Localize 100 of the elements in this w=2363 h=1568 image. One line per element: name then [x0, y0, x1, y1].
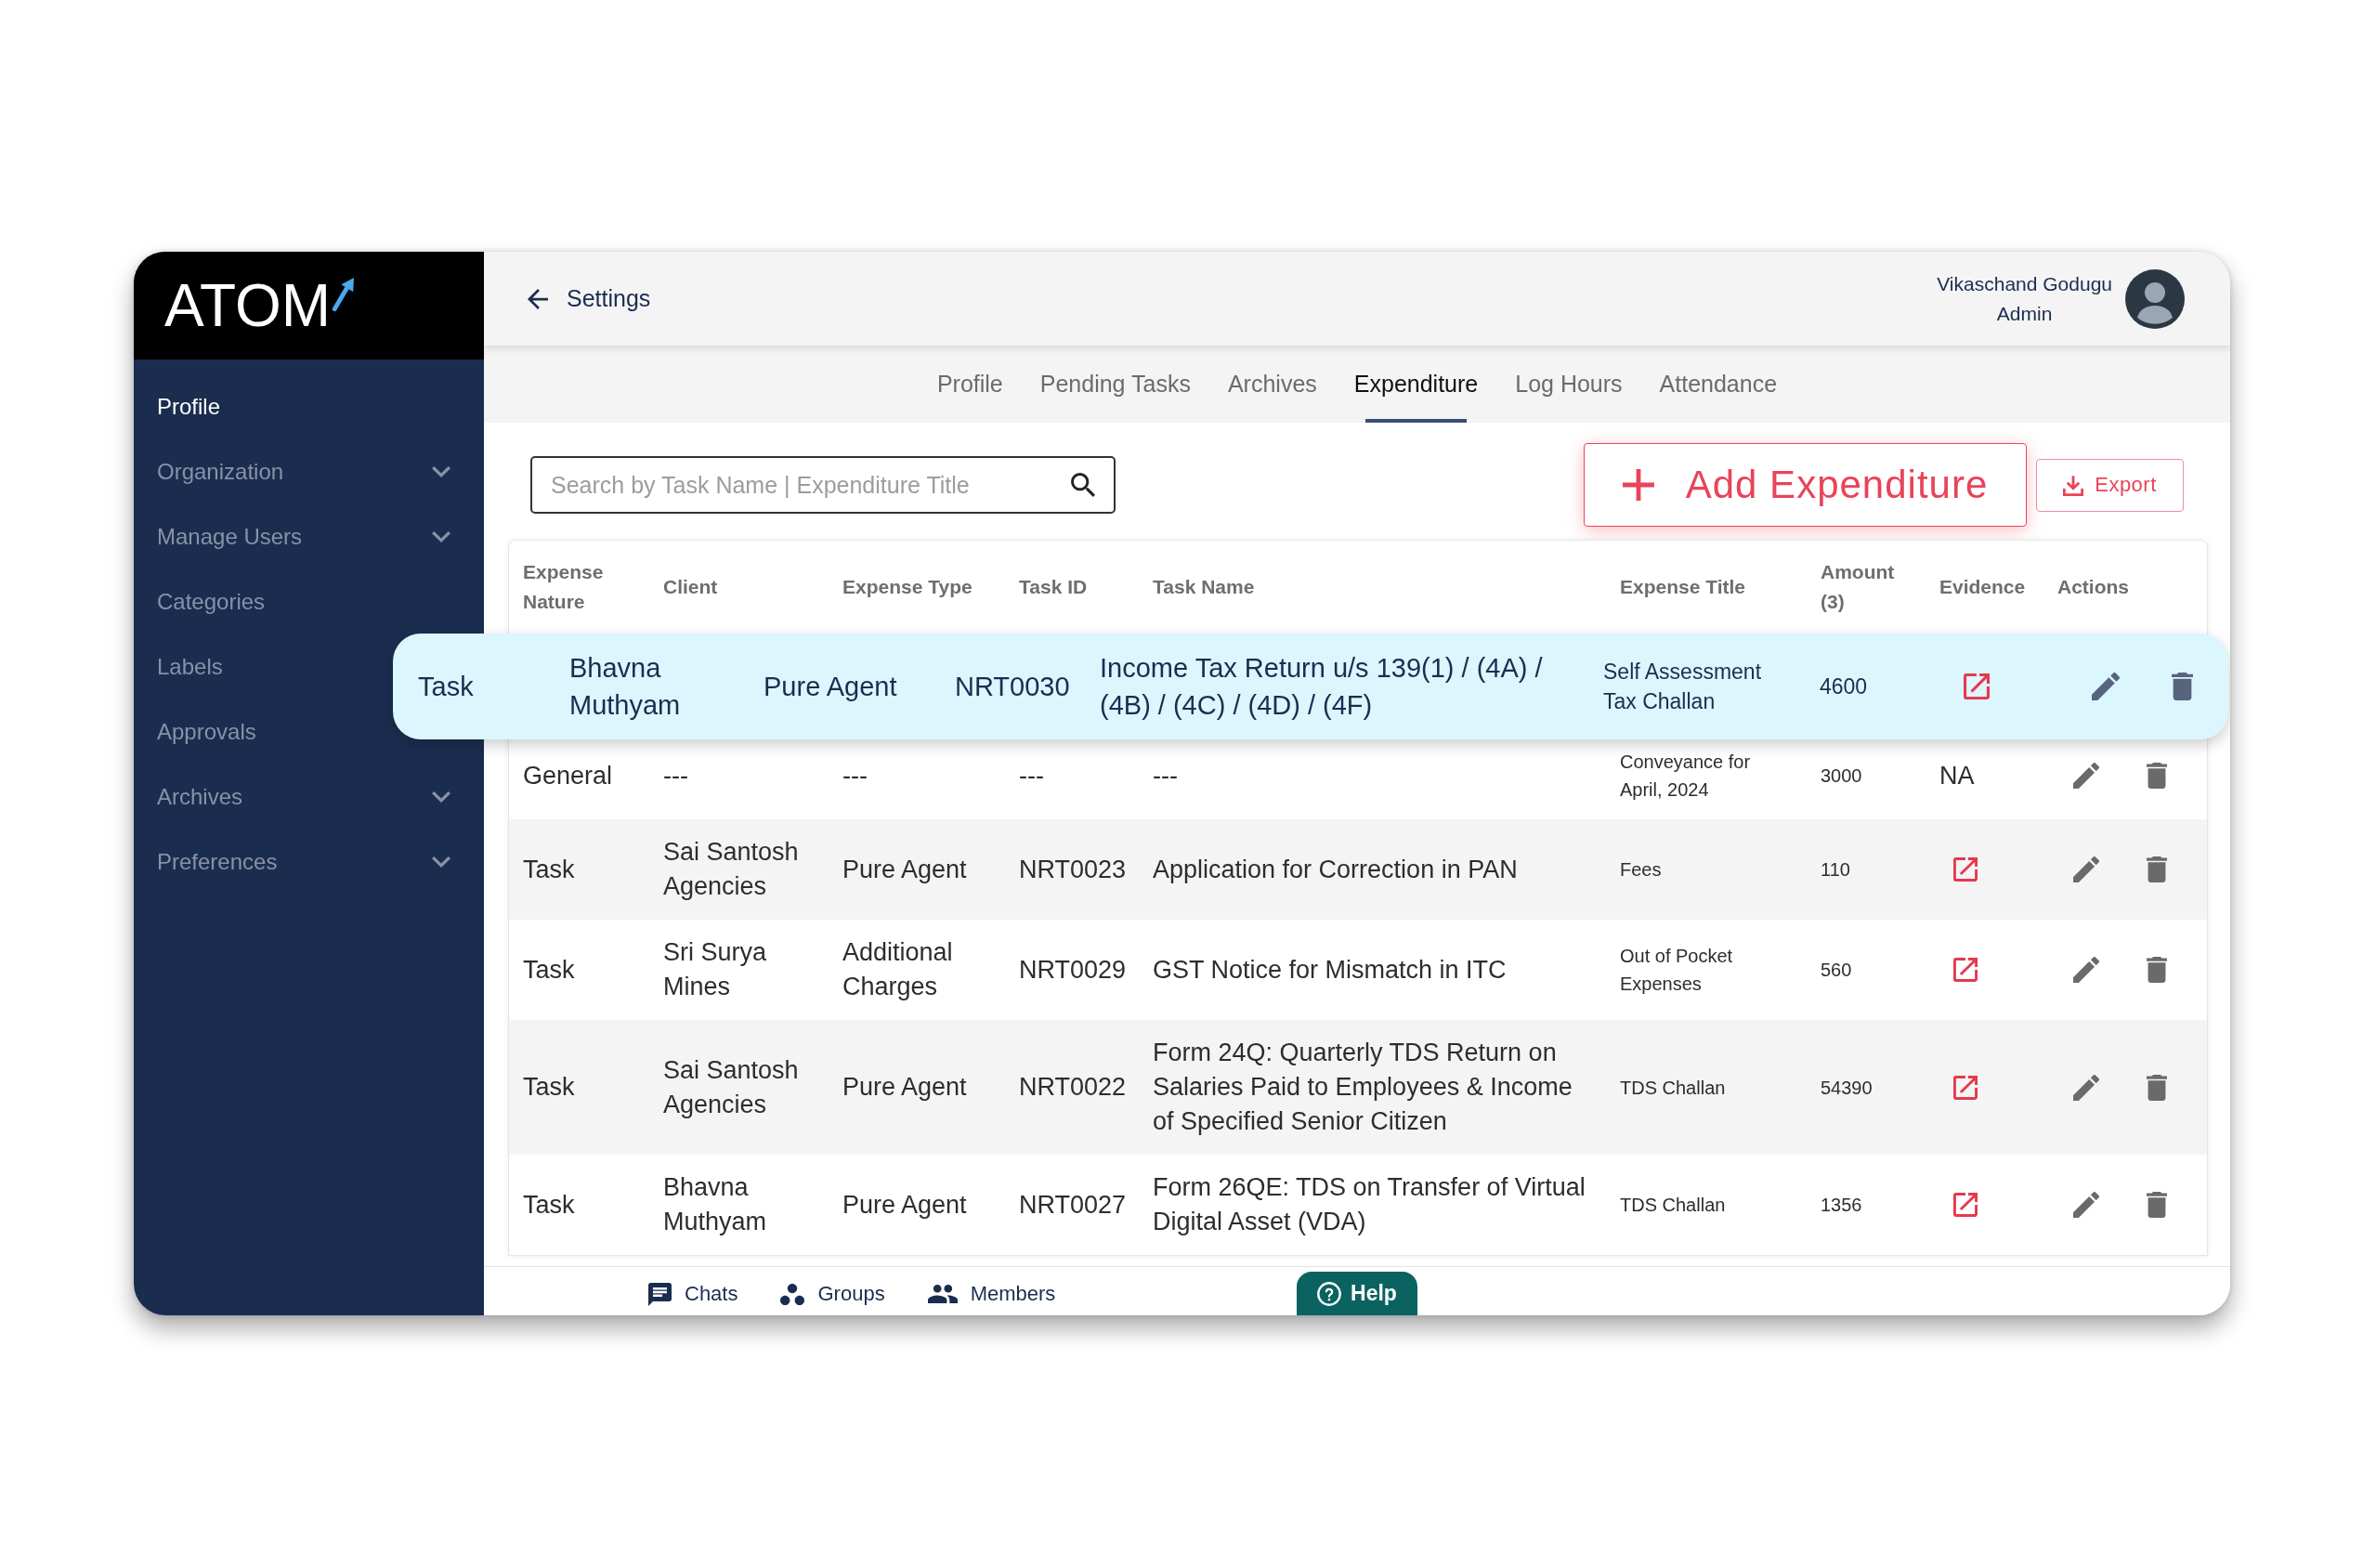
sidebar-item[interactable]: Organization: [134, 439, 484, 504]
table-cell: TDS Challan: [1620, 1195, 1726, 1215]
table-cell: Task: [523, 1073, 575, 1101]
tab[interactable]: Attendance: [1640, 346, 1796, 423]
back-button[interactable]: Settings: [528, 285, 651, 312]
search-field[interactable]: Search by Task Name | Expenditure Title: [530, 456, 1116, 514]
table-cell: ---: [663, 761, 688, 790]
search-icon[interactable]: [1071, 473, 1095, 497]
edit-icon[interactable]: [2073, 1074, 2099, 1101]
sidebar-item[interactable]: Labels: [134, 634, 232, 699]
external-link-icon[interactable]: [1953, 958, 1978, 982]
column-header: Expense Type: [842, 575, 973, 599]
table-cell: 1356: [1821, 1195, 1862, 1215]
table-cell: Sai Santosh Agencies: [663, 838, 799, 900]
edit-icon[interactable]: [2092, 673, 2120, 700]
sidebar-item[interactable]: Approvals: [134, 699, 266, 764]
external-link-icon[interactable]: [1953, 857, 1978, 882]
table-cell: Sai Santosh Agencies: [663, 1055, 799, 1118]
table-cell: Fees: [1620, 859, 1662, 880]
table-cell: Pure Agent: [842, 855, 967, 883]
table-cell: Form 26QE: TDS on Transfer of Virtual Digital Asset (VDA): [1153, 1173, 1586, 1235]
external-link-icon[interactable]: [1953, 1075, 1978, 1100]
add-expenditure-button[interactable]: Add Expenditure: [1584, 443, 2027, 527]
table-cell: 4600: [1820, 674, 1868, 699]
bottom-nav-item[interactable]: Members: [927, 1282, 1056, 1306]
column-header: Amount (3): [1821, 560, 1896, 614]
table-cell: Bhavna Muthyam: [663, 1173, 767, 1235]
logo-text: ATOM: [164, 276, 331, 335]
external-link-icon[interactable]: [1953, 1193, 1978, 1217]
table-cell: Form 24Q: Quarterly TDS Return on Salaries Paid to Employees & Income of Specified Senior Citizen: [1153, 1039, 1573, 1135]
table-cell: Application for Correction in PAN: [1153, 855, 1518, 883]
column-header: Task ID: [1019, 575, 1089, 599]
column-header: Task Name: [1153, 575, 1256, 599]
delete-icon[interactable]: [2147, 1192, 2167, 1218]
arrow-icon: [331, 277, 354, 312]
edit-icon[interactable]: [2073, 856, 2099, 882]
sidebar-item[interactable]: Categories: [134, 569, 275, 634]
plus-icon: [1622, 469, 1654, 501]
table-cell: NRT0030: [955, 672, 1070, 701]
tab[interactable]: Profile: [918, 346, 1022, 423]
edit-icon[interactable]: [2073, 763, 2099, 789]
table-cell: Pure Agent: [764, 672, 897, 701]
user-name: Vikaschand Godugu: [1937, 271, 2112, 296]
table-cell: Additional Charges: [842, 938, 953, 1000]
back-icon: [528, 288, 548, 309]
chevron-down-icon[interactable]: [432, 531, 450, 542]
sidebar-item[interactable]: Archives: [134, 764, 484, 830]
table-cell: NRT0023: [1019, 855, 1127, 883]
table-cell: Out of Pocket Expenses: [1620, 946, 1733, 994]
table-cell: ---: [1153, 761, 1178, 790]
sidebar-item[interactable]: Manage Users: [134, 504, 484, 569]
column-header: Client: [663, 575, 719, 599]
delete-icon[interactable]: [2147, 763, 2167, 789]
table-cell: TDS Challan: [1620, 1077, 1726, 1098]
help-button[interactable]: Help: [1297, 1272, 1417, 1315]
table-cell: NRT0029: [1019, 955, 1127, 984]
sidebar-item[interactable]: Preferences: [134, 830, 484, 895]
column-header: Expense Nature: [523, 560, 605, 614]
column-header: Expense Title: [1620, 575, 1746, 599]
edit-icon[interactable]: [2073, 957, 2099, 983]
sidebar-item[interactable]: Profile: [134, 374, 230, 439]
table-cell: ---: [1019, 761, 1044, 790]
table-cell: ---: [842, 761, 868, 790]
table-cell: 110: [1821, 859, 1850, 880]
table-cell: 54390: [1821, 1077, 1873, 1098]
delete-icon[interactable]: [2147, 856, 2167, 882]
delete-icon[interactable]: [2147, 957, 2167, 983]
table-cell: Pure Agent: [842, 1190, 967, 1219]
column-header: Evidence: [1939, 575, 2027, 599]
table-cell: Task: [523, 955, 575, 984]
delete-icon[interactable]: [2147, 1074, 2167, 1101]
table-cell: Income Tax Return u/s 139(1) / (4A) / (4B) / (4C) / (4D) / (4F): [1100, 653, 1543, 720]
export-button[interactable]: Export: [2036, 458, 2184, 512]
table-cell: Task: [418, 672, 474, 701]
chevron-down-icon[interactable]: [432, 466, 450, 477]
bottom-nav-item[interactable]: Chats: [648, 1282, 738, 1306]
table-cell: 3000: [1821, 765, 1862, 786]
table-cell: General: [523, 761, 613, 790]
table-cell: Self Assessment Tax Challan: [1603, 660, 1762, 713]
table-cell: Task: [523, 855, 575, 883]
three-dots-icon: [780, 1283, 805, 1305]
edit-icon[interactable]: [2073, 1192, 2099, 1218]
column-header: Actions: [2057, 575, 2130, 599]
chevron-down-icon[interactable]: [432, 791, 450, 803]
table-cell: 560: [1821, 960, 1852, 980]
delete-icon[interactable]: [2172, 673, 2193, 700]
tab[interactable]: Log Hours: [1496, 346, 1641, 423]
tab[interactable]: Archives: [1208, 346, 1336, 423]
avatar-icon[interactable]: [2125, 268, 2185, 329]
tab[interactable]: Pending Tasks: [1021, 346, 1209, 423]
help-icon: [1317, 1281, 1342, 1306]
table-cell: Pure Agent: [842, 1073, 967, 1101]
bottom-nav-item[interactable]: Groups: [780, 1282, 885, 1306]
table-cell: Conveyance for April, 2024: [1620, 751, 1751, 800]
table-cell-text: NA: [1939, 760, 1975, 791]
chevron-down-icon[interactable]: [432, 856, 450, 868]
table-cell: NRT0022: [1019, 1073, 1127, 1101]
table-cell: GST Notice for Mismatch in ITC: [1153, 955, 1507, 984]
download-icon: [2063, 474, 2084, 496]
external-link-icon[interactable]: [1964, 673, 1990, 699]
